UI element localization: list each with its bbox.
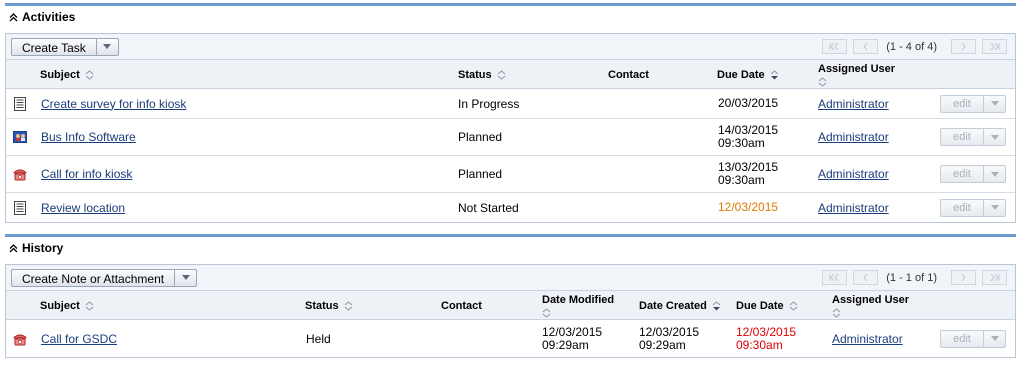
create-note-label[interactable]: Create Note or Attachment	[12, 270, 174, 286]
due-date-cell: 12/03/2015 09:30am	[736, 324, 797, 352]
chevron-down-icon[interactable]	[983, 95, 1005, 112]
sort-icon[interactable]	[85, 69, 94, 80]
column-assigned-user[interactable]: Assigned User	[818, 60, 895, 89]
sort-icon[interactable]	[818, 76, 827, 87]
status-text: Not Started	[458, 200, 519, 215]
assigned-user-link[interactable]: Administrator	[818, 167, 889, 181]
activities-column-headers: Subject Status Contact Due Date Assigned…	[6, 60, 1015, 89]
column-date-modified[interactable]: Date Modified	[542, 291, 614, 320]
column-subject[interactable]: Subject	[40, 60, 94, 89]
history-header: History	[5, 234, 1016, 259]
edit-button[interactable]: edit	[940, 128, 1006, 146]
task-icon	[14, 96, 26, 111]
next-page-icon[interactable]	[951, 39, 976, 54]
activity-subject-link[interactable]: Bus Info Software	[41, 130, 136, 144]
task-icon	[14, 200, 26, 215]
page-count: (1 - 1 of 1)	[886, 271, 937, 284]
table-row: Call for info kiosk Planned 13/03/2015 09…	[6, 156, 1015, 193]
section-title: History	[22, 241, 64, 255]
meeting-icon	[13, 131, 27, 143]
assigned-user-link[interactable]: Administrator	[832, 332, 903, 346]
date-modified-cell: 12/03/2015 09:29am	[542, 324, 603, 352]
assigned-user-link[interactable]: Administrator	[818, 201, 889, 215]
edit-button[interactable]: edit	[940, 329, 1006, 348]
activity-subject-link[interactable]: Review location	[41, 201, 125, 215]
status-text: In Progress	[458, 96, 520, 111]
chevron-down-icon[interactable]	[983, 330, 1005, 347]
sort-icon[interactable]	[789, 300, 798, 311]
create-task-label[interactable]: Create Task	[12, 39, 96, 55]
activity-subject-link[interactable]: Create survey for info kiosk	[41, 97, 186, 111]
column-date-created[interactable]: Date Created	[639, 291, 721, 320]
table-row: Bus Info Software Planned 14/03/2015 09:3…	[6, 119, 1015, 156]
first-page-icon[interactable]	[822, 39, 848, 54]
status-text: Planned	[458, 167, 503, 181]
activities-pager: (1 - 4 of 4)	[816, 38, 1007, 55]
chevron-down-icon[interactable]	[983, 199, 1005, 216]
create-task-button[interactable]: Create Task	[11, 37, 119, 56]
previous-page-icon[interactable]	[853, 270, 879, 285]
column-due-date[interactable]: Due Date	[736, 291, 798, 320]
chevron-down-icon[interactable]	[983, 129, 1005, 145]
column-status[interactable]: Status	[305, 291, 353, 320]
collapse-icon[interactable]	[7, 11, 19, 23]
first-page-icon[interactable]	[822, 270, 848, 285]
column-subject[interactable]: Subject	[40, 291, 94, 320]
sort-icon[interactable]	[832, 307, 841, 318]
page-count: (1 - 4 of 4)	[886, 40, 937, 53]
sort-desc-icon[interactable]	[770, 69, 779, 80]
due-date-cell: 20/03/2015	[718, 96, 779, 110]
history-subject-link[interactable]: Call for GSDC	[41, 332, 117, 346]
status-text: Planned	[458, 130, 503, 144]
edit-button[interactable]: edit	[940, 198, 1006, 217]
sort-icon[interactable]	[85, 300, 94, 311]
status-text: Held	[306, 331, 331, 346]
sort-icon[interactable]	[497, 69, 506, 80]
create-note-button[interactable]: Create Note or Attachment	[11, 268, 198, 287]
chevron-down-icon[interactable]	[174, 269, 196, 286]
table-row: Create survey for info kiosk In Progress…	[6, 89, 1015, 119]
history-column-headers: Subject Status Contact Date Modified Dat…	[6, 291, 1015, 320]
due-date-cell: 12/03/2015	[718, 200, 779, 214]
history-panel: Create Note or Attachment (1 - 1 of 1) S…	[5, 264, 1016, 358]
call-icon	[13, 169, 27, 181]
assigned-user-link[interactable]: Administrator	[818, 97, 889, 111]
chevron-down-icon[interactable]	[95, 38, 118, 55]
activities-panel: Create Task (1 - 4 of 4) Subject Status …	[5, 33, 1016, 223]
call-icon	[13, 334, 27, 345]
last-page-icon[interactable]	[982, 270, 1007, 285]
column-due-date[interactable]: Due Date	[717, 60, 779, 89]
sort-icon[interactable]	[344, 300, 353, 311]
next-page-icon[interactable]	[951, 270, 976, 285]
history-toolbar: Create Note or Attachment (1 - 1 of 1)	[6, 265, 1015, 291]
history-section: History Create Note or Attachment (1 - 1…	[5, 234, 1016, 358]
previous-page-icon[interactable]	[853, 39, 879, 54]
chevron-down-icon[interactable]	[983, 166, 1005, 182]
section-title: Activities	[22, 10, 76, 24]
column-contact: Contact	[441, 299, 482, 312]
last-page-icon[interactable]	[982, 39, 1007, 54]
history-pager: (1 - 1 of 1)	[816, 269, 1007, 286]
column-assigned-user[interactable]: Assigned User	[832, 291, 909, 320]
collapse-icon[interactable]	[7, 242, 19, 254]
activity-subject-link[interactable]: Call for info kiosk	[41, 167, 132, 181]
sort-icon[interactable]	[542, 307, 551, 318]
table-row: Review location Not Started 12/03/2015 A…	[6, 193, 1015, 222]
due-date-cell: 14/03/2015 09:30am	[718, 123, 779, 150]
column-status[interactable]: Status	[458, 60, 506, 89]
activities-section: Activities Create Task (1 - 4 of 4) Subj…	[5, 3, 1016, 223]
date-created-cell: 12/03/2015 09:29am	[639, 324, 700, 352]
activities-toolbar: Create Task (1 - 4 of 4)	[6, 34, 1015, 60]
edit-button[interactable]: edit	[940, 165, 1006, 183]
edit-button[interactable]: edit	[940, 94, 1006, 113]
assigned-user-link[interactable]: Administrator	[818, 130, 889, 144]
column-contact: Contact	[608, 68, 649, 81]
activities-header: Activities	[5, 3, 1016, 28]
sort-desc-icon[interactable]	[712, 300, 721, 311]
due-date-cell: 13/03/2015 09:30am	[718, 160, 779, 187]
table-row: Call for GSDC Held 12/03/2015 09:29am 12/…	[6, 320, 1015, 357]
